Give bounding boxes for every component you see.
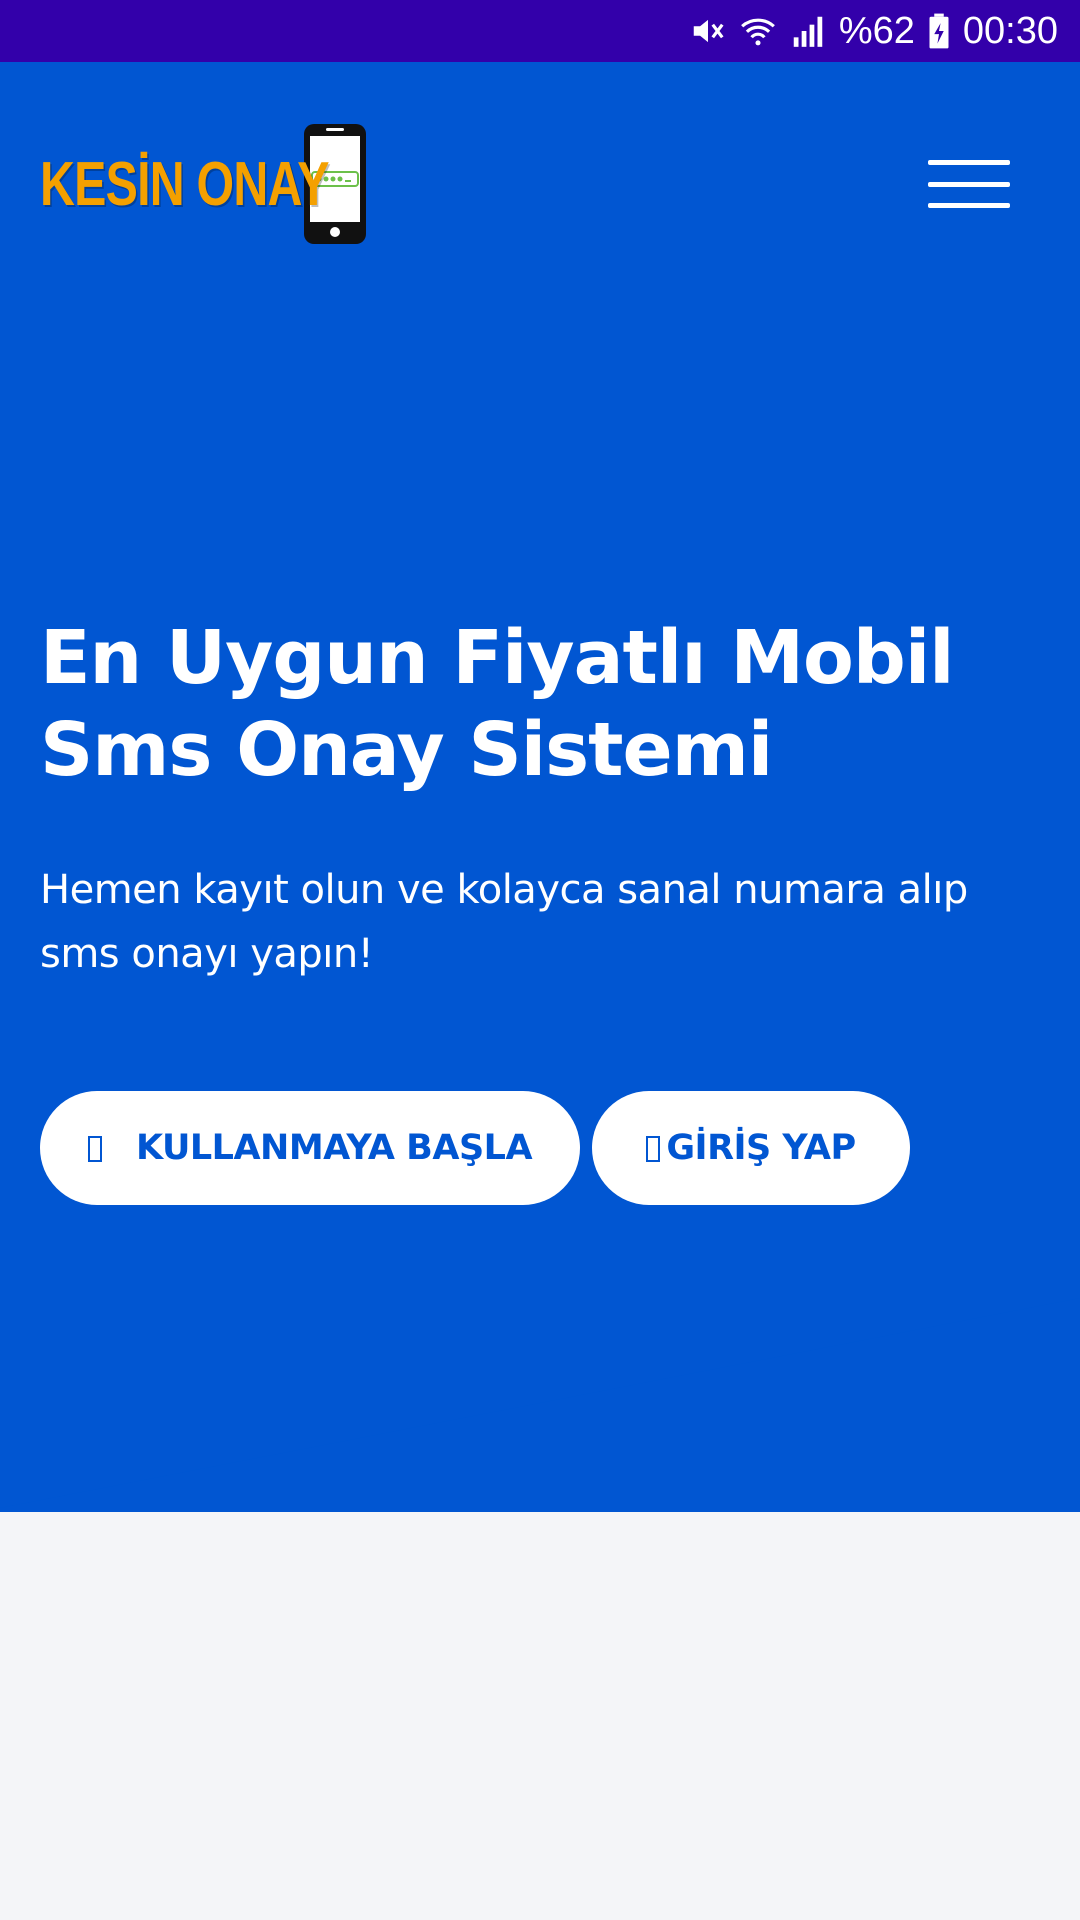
menu-bar (928, 181, 1010, 187)
login-button[interactable]: GİRİŞ YAP (592, 1091, 910, 1205)
page: %62 00:30 KESİN ONAY En Uygun Fiyatlı Mo… (0, 0, 1080, 1920)
hero-subtext: Hemen kayıt olun ve kolayca sanal numara… (40, 867, 968, 977)
menu-bar (928, 160, 1010, 165)
battery-charging-icon (927, 12, 951, 50)
hero-diagonal-edge (0, 1290, 1080, 1508)
start-using-button[interactable]: KULLANMAYA BAŞLA (40, 1091, 580, 1205)
wifi-icon (739, 12, 777, 50)
menu-bar (928, 203, 1010, 208)
start-using-label: KULLANMAYA BAŞLA (135, 1128, 533, 1168)
battery-percent: %62 (838, 9, 915, 52)
status-bar: %62 00:30 (0, 0, 1080, 62)
mute-icon (689, 12, 727, 50)
login-label: GİRİŞ YAP (666, 1128, 856, 1168)
rocket-icon (87, 1136, 102, 1162)
status-time: 00:30 (962, 9, 1058, 52)
logo-text: KESİN ONAY (40, 149, 330, 219)
site-logo[interactable]: KESİN ONAY (40, 122, 368, 246)
hero-headline: En Uygun Fiyatlı Mobil Sms Onay Sistemi (40, 615, 955, 793)
sign-in-icon (646, 1136, 661, 1162)
hamburger-menu-icon[interactable] (928, 160, 1010, 208)
signal-icon (789, 12, 827, 50)
